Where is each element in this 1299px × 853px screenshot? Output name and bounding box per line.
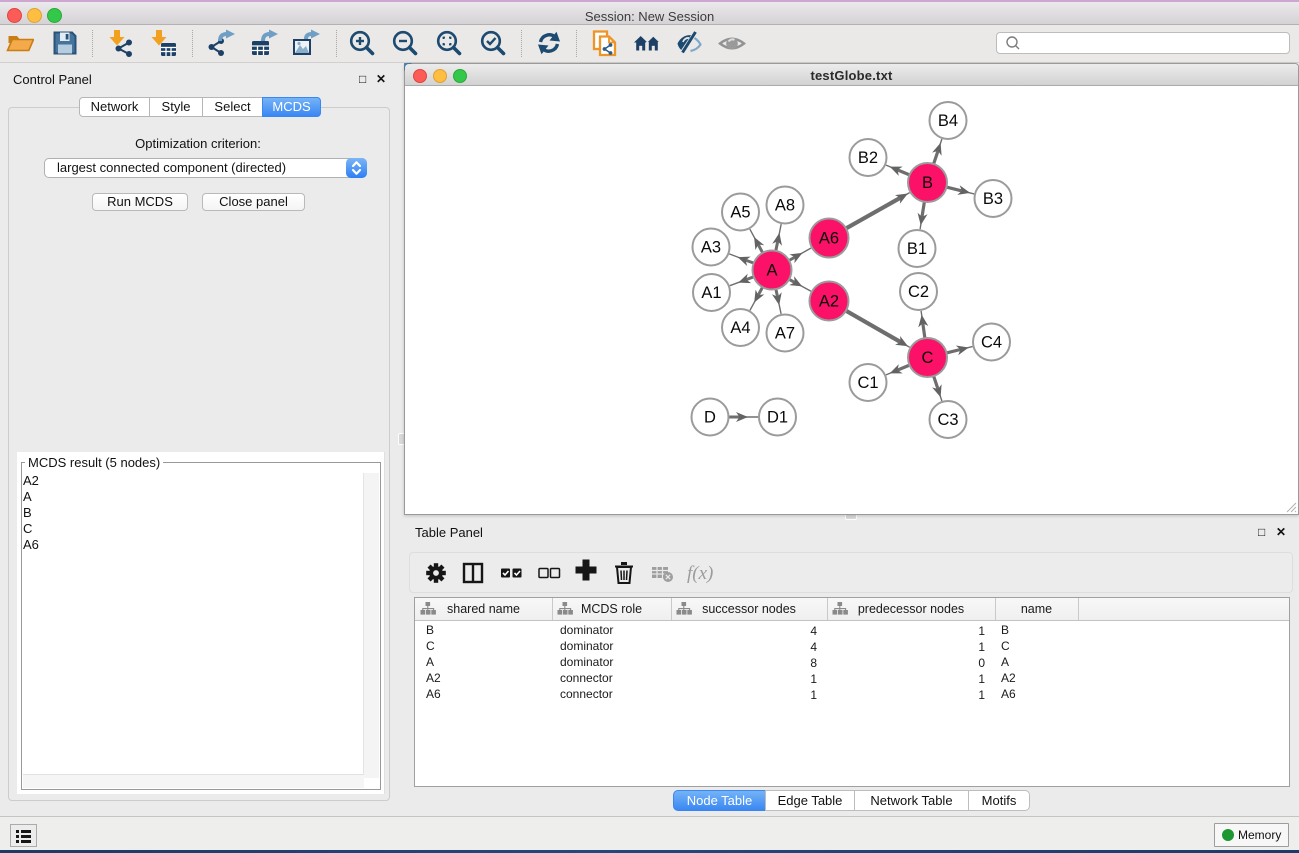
svg-text:A2: A2 — [819, 293, 839, 311]
svg-text:B: B — [922, 174, 933, 192]
svg-text:C4: C4 — [981, 334, 1002, 352]
svg-text:B3: B3 — [983, 190, 1003, 208]
svg-text:C: C — [922, 349, 934, 367]
svg-text:C1: C1 — [857, 374, 878, 392]
svg-text:B1: B1 — [907, 240, 927, 258]
svg-text:A5: A5 — [730, 204, 750, 222]
svg-text:A1: A1 — [701, 284, 721, 302]
svg-text:C3: C3 — [937, 411, 958, 429]
svg-text:f(x): f(x) — [687, 563, 713, 584]
svg-text:A6: A6 — [819, 230, 839, 248]
svg-text:A: A — [766, 262, 777, 280]
svg-text:A8: A8 — [775, 197, 795, 215]
svg-text:C2: C2 — [908, 283, 929, 301]
svg-text:A3: A3 — [701, 239, 721, 257]
svg-text:A4: A4 — [730, 319, 750, 337]
svg-text:D: D — [704, 409, 716, 427]
svg-text:A7: A7 — [775, 325, 795, 343]
svg-text:D1: D1 — [767, 409, 788, 427]
svg-text:B4: B4 — [938, 112, 958, 130]
svg-text:B2: B2 — [858, 149, 878, 167]
svg-text:Memory: Memory — [1238, 828, 1281, 842]
